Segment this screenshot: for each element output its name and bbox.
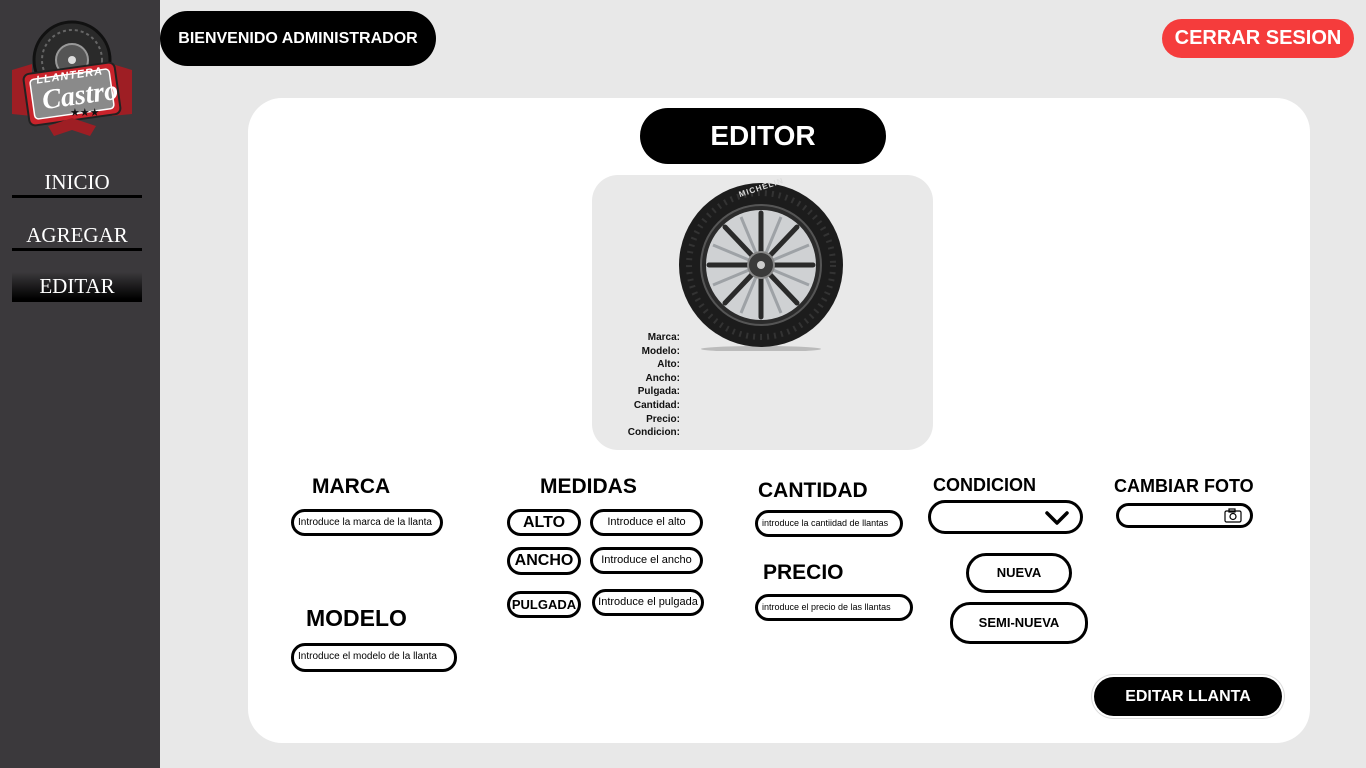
cambiar-foto-label: CAMBIAR FOTO	[1114, 476, 1254, 496]
precio-label: PRECIO	[763, 561, 844, 584]
spec-condicion: Condicion:	[627, 427, 680, 439]
marca-input[interactable]: Introduce la marca de la llanta	[291, 509, 443, 536]
modelo-label: MODELO	[306, 605, 407, 631]
condicion-select[interactable]	[928, 500, 1083, 534]
spec-ancho: Ancho:	[645, 372, 680, 384]
alto-input[interactable]: Introduce el alto	[590, 509, 703, 536]
modelo-input[interactable]: Introduce el modelo de la llanta	[291, 643, 457, 672]
chevron-down-icon	[1045, 511, 1069, 525]
page-title: EDITOR	[640, 108, 886, 164]
logo-stars: ★★★	[70, 107, 100, 119]
cantidad-label: CANTIDAD	[758, 479, 868, 502]
llantera-castro-logo: LLANTERA Castro ★★★	[8, 18, 136, 144]
welcome-banner: BIENVENIDO ADMINISTRADOR	[160, 11, 436, 66]
cantidad-input[interactable]: introduce la cantiidad de llantas	[755, 510, 903, 537]
camera-icon	[1224, 508, 1242, 523]
sidebar: LLANTERA Castro ★★★ INICIO AGREGAR EDITA…	[0, 0, 160, 768]
alto-label: ALTO	[507, 509, 581, 536]
logout-button[interactable]: CERRAR SESION	[1162, 19, 1354, 58]
sidebar-item-agregar[interactable]: AGREGAR	[12, 221, 142, 251]
sidebar-item-editar[interactable]: EDITAR	[12, 272, 142, 302]
option-semi-nueva-button[interactable]: SEMI-NUEVA	[950, 602, 1088, 644]
spec-marca: Marca:	[647, 332, 680, 343]
spec-cantidad: Cantidad:	[633, 399, 680, 411]
spec-list: Marca: Modelo: Alto: Ancho: Pulgada: Can…	[620, 331, 680, 440]
ancho-label: ANCHO	[507, 547, 581, 575]
editar-llanta-button[interactable]: EDITAR LLANTA	[1094, 677, 1282, 716]
precio-input[interactable]: introduce el precio de las llantas	[755, 594, 913, 621]
photo-upload-input[interactable]	[1116, 503, 1253, 528]
medidas-label: MEDIDAS	[540, 475, 637, 498]
spec-alto: Alto:	[657, 359, 680, 371]
marca-label: MARCA	[312, 475, 391, 498]
condicion-label: CONDICION	[933, 475, 1036, 495]
spec-modelo: Modelo:	[641, 345, 680, 357]
tire-image	[679, 183, 843, 351]
sidebar-item-inicio[interactable]: INICIO	[12, 168, 142, 198]
pulgada-label: PULGADA	[507, 591, 581, 618]
spec-pulgada: Pulgada:	[637, 386, 680, 398]
editor-card: EDITOR MICHELIN Marca: Modelo: Alto: Anc…	[248, 98, 1310, 743]
ancho-input[interactable]: Introduce el ancho	[590, 547, 703, 574]
pulgada-input[interactable]: Introduce el pulgada	[592, 589, 704, 616]
option-nueva-button[interactable]: NUEVA	[966, 553, 1072, 593]
tire-preview: MICHELIN Marca: Modelo: Alto: Ancho: Pul…	[592, 175, 933, 450]
spec-precio: Precio:	[646, 413, 680, 425]
